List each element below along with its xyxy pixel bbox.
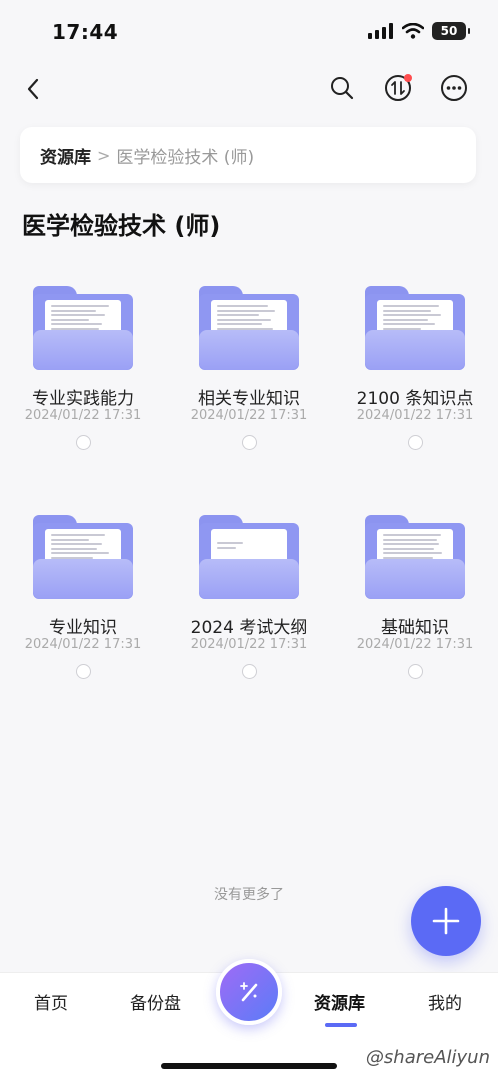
select-radio[interactable] — [408, 664, 423, 679]
search-icon — [331, 77, 354, 100]
tab-library[interactable]: 资源库 — [314, 989, 365, 1014]
more-icon — [441, 75, 467, 101]
folder-name: 2024 考试大纲 — [190, 618, 308, 638]
breadcrumb-root[interactable]: 资源库 — [40, 143, 91, 168]
folder-name: 专业知识 — [49, 618, 117, 638]
status-bar: 17:44 50 — [0, 0, 498, 62]
battery-level: 50 — [440, 24, 458, 38]
folder-item[interactable]: 基础知识 2024/01/22 17:31 — [332, 509, 498, 709]
select-radio[interactable] — [242, 664, 257, 679]
search-button[interactable] — [326, 72, 358, 104]
folder-date: 2024/01/22 17:31 — [24, 408, 142, 423]
folder-icon — [199, 515, 299, 599]
folder-icon — [33, 515, 133, 599]
folder-name: 2100 条知识点 — [356, 389, 474, 409]
watermark: @shareAliyun — [365, 1047, 490, 1068]
more-button[interactable] — [438, 72, 470, 104]
folder-date: 2024/01/22 17:31 — [356, 408, 474, 423]
nav-bar — [0, 62, 498, 114]
folder-item[interactable]: 专业知识 2024/01/22 17:31 — [0, 509, 166, 709]
notification-dot — [404, 74, 412, 82]
select-radio[interactable] — [76, 664, 91, 679]
add-button[interactable] — [411, 886, 481, 956]
tab-mine[interactable]: 我的 — [428, 989, 462, 1014]
back-button[interactable] — [18, 74, 48, 104]
folder-name: 专业实践能力 — [32, 389, 134, 409]
folder-date: 2024/01/22 17:31 — [356, 637, 474, 652]
folder-item[interactable]: 2024 考试大纲 2024/01/22 17:31 — [166, 509, 332, 709]
status-icons: 50 — [368, 22, 470, 40]
folder-icon — [33, 286, 133, 370]
select-radio[interactable] — [408, 435, 423, 450]
folder-date: 2024/01/22 17:31 — [190, 408, 308, 423]
signal-icon — [368, 23, 393, 39]
transfer-button[interactable] — [382, 72, 414, 104]
tab-backup[interactable]: 备份盘 — [130, 989, 181, 1014]
page-title: 医学检验技术 (师) — [22, 212, 221, 240]
magic-wand-icon — [240, 982, 258, 1002]
select-radio[interactable] — [242, 435, 257, 450]
folder-icon — [199, 286, 299, 370]
breadcrumb: 资源库 > 医学检验技术 (师) — [20, 127, 476, 183]
folder-name: 基础知识 — [381, 618, 449, 638]
breadcrumb-current: 医学检验技术 (师) — [116, 147, 255, 168]
breadcrumb-separator: > — [97, 145, 111, 165]
folder-date: 2024/01/22 17:31 — [24, 637, 142, 652]
active-tab-indicator — [325, 1023, 357, 1027]
plus-icon — [432, 907, 460, 935]
folder-item[interactable]: 2100 条知识点 2024/01/22 17:31 — [332, 280, 498, 480]
magic-button[interactable] — [216, 959, 282, 1025]
folder-item[interactable]: 相关专业知识 2024/01/22 17:31 — [166, 280, 332, 480]
folder-item[interactable]: 专业实践能力 2024/01/22 17:31 — [0, 280, 166, 480]
folder-icon — [365, 515, 465, 599]
folder-date: 2024/01/22 17:31 — [190, 637, 308, 652]
wifi-icon — [402, 23, 424, 39]
tab-home[interactable]: 首页 — [34, 989, 68, 1014]
status-time: 17:44 — [52, 20, 119, 44]
folder-icon — [365, 286, 465, 370]
battery-icon: 50 — [432, 22, 470, 40]
back-arrow-icon — [27, 78, 39, 100]
tab-bar: 首页 备份盘 资源库 我的 @shareAliyun — [0, 959, 498, 1079]
select-radio[interactable] — [76, 435, 91, 450]
home-indicator — [161, 1063, 337, 1069]
folder-name: 相关专业知识 — [198, 389, 300, 409]
